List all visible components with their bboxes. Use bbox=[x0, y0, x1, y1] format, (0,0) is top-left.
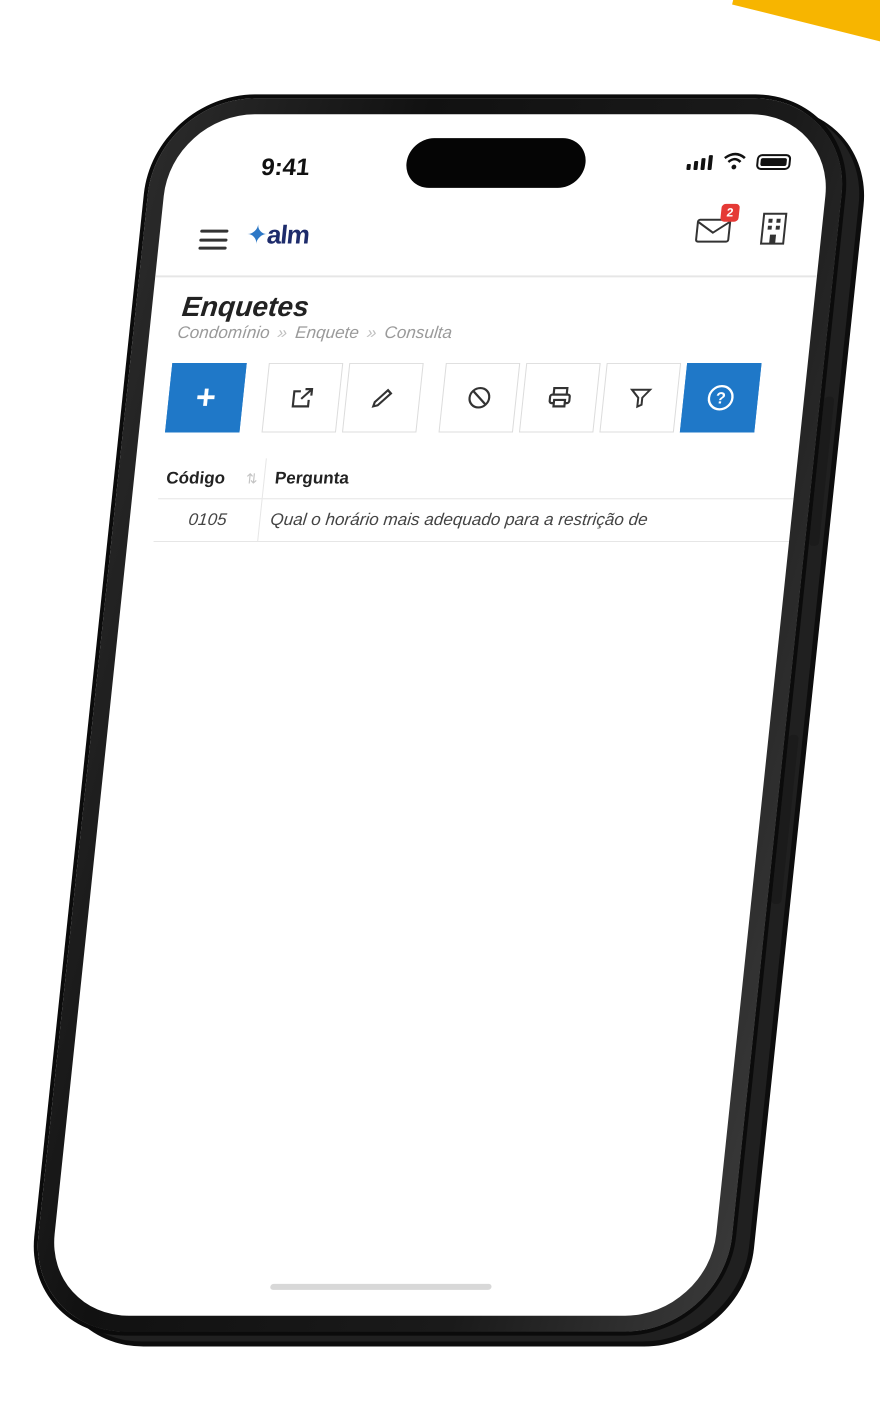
toolbar: + ? bbox=[165, 362, 762, 433]
breadcrumb-separator: » bbox=[276, 323, 289, 343]
home-indicator bbox=[269, 1283, 492, 1290]
status-icons bbox=[686, 152, 792, 171]
signal-icon bbox=[686, 155, 714, 171]
svg-text:?: ? bbox=[715, 390, 727, 408]
battery-icon bbox=[755, 154, 792, 171]
printer-icon bbox=[548, 386, 571, 408]
help-button[interactable]: ? bbox=[679, 362, 762, 433]
app-logo[interactable]: ✦alm bbox=[244, 220, 311, 251]
column-header-pergunta[interactable]: Pergunta bbox=[264, 468, 350, 488]
breadcrumb: Condomínio » Enquete » Consulta bbox=[176, 323, 454, 343]
column-header-codigo[interactable]: Código ⇅ bbox=[158, 458, 267, 499]
ban-icon bbox=[468, 386, 491, 409]
help-icon: ? bbox=[707, 384, 734, 411]
filter-icon bbox=[629, 388, 653, 409]
status-time: 9:41 bbox=[259, 154, 311, 181]
page-title: Enquetes bbox=[180, 291, 311, 323]
table-row[interactable]: 0105 Qual o horário mais adequado para a… bbox=[153, 499, 794, 542]
mail-icon[interactable]: 2 bbox=[694, 203, 741, 244]
table-header: Código ⇅ Pergunta bbox=[158, 458, 798, 500]
notification-badge: 2 bbox=[720, 203, 741, 222]
breadcrumb-separator: » bbox=[366, 323, 378, 343]
app-header: ✦alm 2 bbox=[155, 193, 826, 278]
cell-codigo: 0105 bbox=[153, 499, 263, 541]
breadcrumb-item[interactable]: Condomínio bbox=[176, 323, 271, 343]
breadcrumb-item: Consulta bbox=[383, 323, 454, 343]
dynamic-island bbox=[403, 138, 589, 188]
phone-screen: 9:41 ✦alm 2 Enquetes Condomínio » Enquet… bbox=[46, 114, 834, 1316]
add-button[interactable]: + bbox=[165, 362, 247, 433]
results-table: Código ⇅ Pergunta 0105 Qual o horário ma… bbox=[153, 458, 798, 542]
pencil-icon bbox=[371, 388, 393, 408]
hamburger-icon[interactable] bbox=[198, 229, 229, 250]
accent-corner bbox=[732, 0, 880, 53]
external-link-icon bbox=[291, 388, 314, 408]
open-button[interactable] bbox=[261, 362, 344, 433]
building-icon[interactable] bbox=[758, 212, 790, 246]
cancel-button[interactable] bbox=[438, 362, 521, 433]
breadcrumb-item[interactable]: Enquete bbox=[294, 323, 360, 343]
cell-pergunta: Qual o horário mais adequado para a rest… bbox=[269, 510, 649, 530]
sort-icon[interactable]: ⇅ bbox=[245, 470, 258, 487]
phone-mockup: 9:41 ✦alm 2 Enquetes Condomínio » Enquet… bbox=[28, 98, 852, 1332]
plus-icon: + bbox=[193, 378, 218, 417]
print-button[interactable] bbox=[518, 362, 601, 433]
wifi-icon bbox=[724, 152, 746, 170]
filter-button[interactable] bbox=[599, 362, 682, 433]
edit-button[interactable] bbox=[341, 362, 424, 433]
